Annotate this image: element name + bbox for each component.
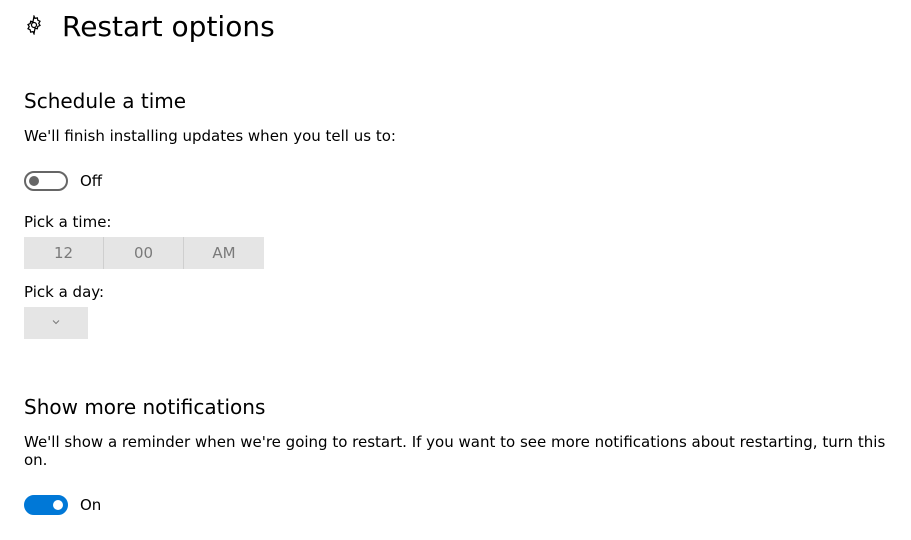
page-title: Restart options — [62, 10, 275, 43]
gear-icon — [24, 15, 44, 39]
notifications-toggle[interactable] — [24, 495, 68, 515]
chevron-down-icon — [50, 314, 62, 332]
schedule-toggle-label: Off — [80, 172, 102, 190]
toggle-knob — [29, 176, 39, 186]
page-header: Restart options — [24, 10, 887, 43]
pick-time-label: Pick a time: — [24, 213, 887, 231]
time-minute[interactable]: 00 — [104, 237, 184, 269]
time-ampm[interactable]: AM — [184, 237, 264, 269]
notifications-heading: Show more notifications — [24, 395, 887, 419]
schedule-description: We'll finish installing updates when you… — [24, 127, 887, 145]
schedule-toggle-row: Off — [24, 171, 887, 191]
schedule-heading: Schedule a time — [24, 89, 887, 113]
time-picker[interactable]: 12 00 AM — [24, 237, 264, 269]
toggle-knob — [53, 500, 63, 510]
time-hour[interactable]: 12 — [24, 237, 104, 269]
notifications-toggle-row: On — [24, 495, 887, 515]
notifications-toggle-label: On — [80, 496, 101, 514]
day-picker[interactable] — [24, 307, 88, 339]
notifications-description: We'll show a reminder when we're going t… — [24, 433, 887, 469]
pick-day-label: Pick a day: — [24, 283, 887, 301]
schedule-toggle[interactable] — [24, 171, 68, 191]
